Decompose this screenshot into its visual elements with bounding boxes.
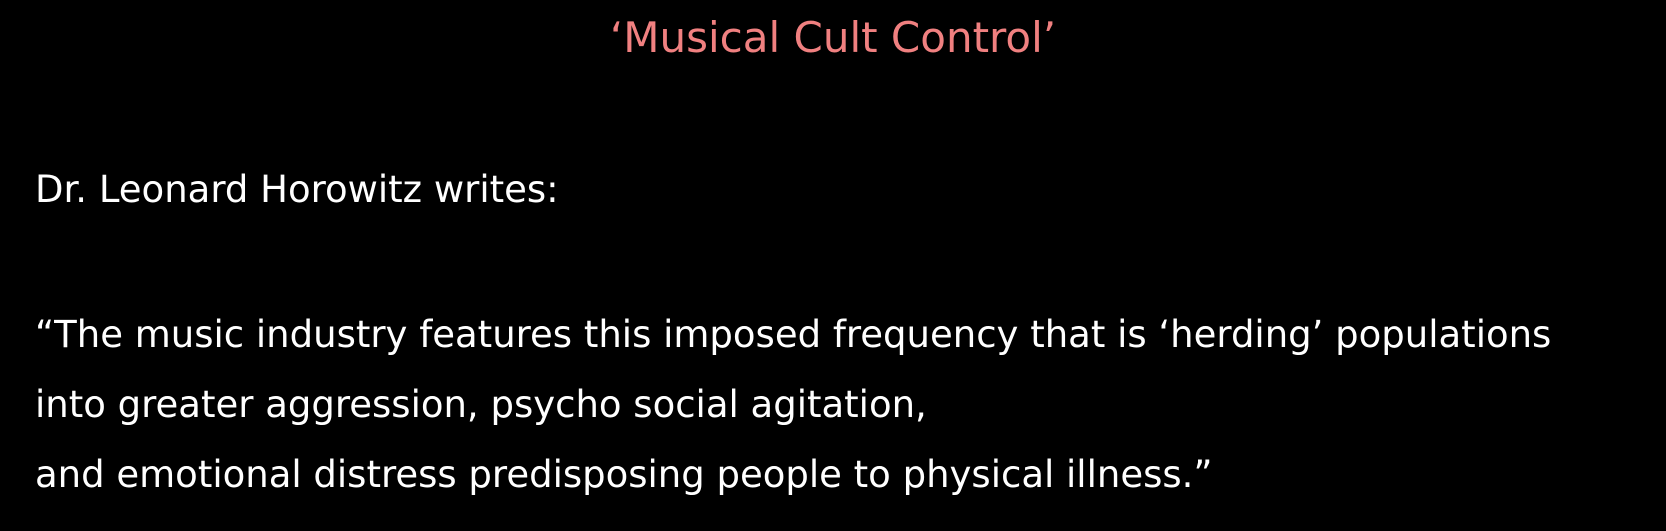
quote-line-1: “The music industry features this impose…	[35, 313, 1552, 356]
quote-line-2: into greater aggression, psycho social a…	[35, 383, 927, 426]
author-line: Dr. Leonard Horowitz writes:	[35, 168, 559, 211]
slide-title: ‘Musical Cult Control’	[609, 13, 1057, 62]
quote-block: “The music industry features this impose…	[35, 300, 1551, 510]
quote-line-3: and emotional distress predisposing peop…	[35, 453, 1213, 496]
slide: ‘Musical Cult Control’ Dr. Leonard Horow…	[0, 0, 1666, 531]
